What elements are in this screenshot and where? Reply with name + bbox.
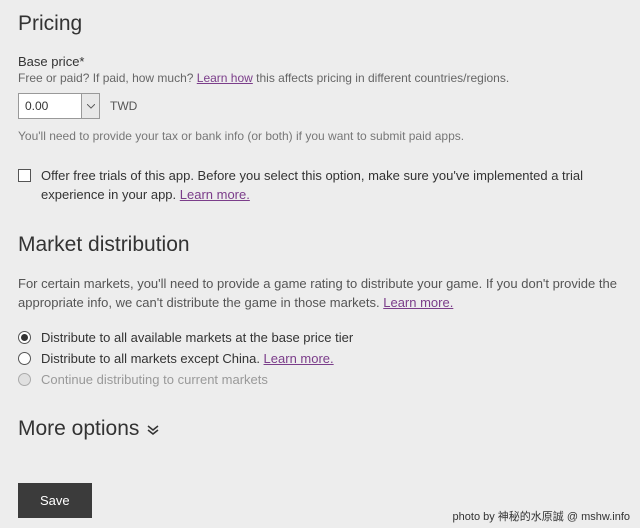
market-help: For certain markets, you'll need to prov… — [18, 275, 622, 313]
help-suffix: this affects pricing in different countr… — [253, 71, 509, 85]
market-help-text: For certain markets, you'll need to prov… — [18, 276, 617, 310]
tax-note: You'll need to provide your tax or bank … — [18, 129, 622, 143]
radio-current-markets — [18, 373, 31, 386]
base-price-help: Free or paid? If paid, how much? Learn h… — [18, 71, 622, 85]
currency-label: TWD — [110, 99, 137, 113]
price-select[interactable]: 0.00 — [18, 93, 100, 119]
china-learn-more-link[interactable]: Learn more. — [264, 351, 334, 366]
price-value: 0.00 — [19, 99, 81, 113]
opt2-text: Distribute to all markets except China. — [41, 351, 264, 366]
more-options-toggle[interactable]: More options — [18, 417, 622, 441]
market-heading: Market distribution — [18, 233, 622, 257]
learn-how-link[interactable]: Learn how — [197, 71, 253, 85]
radio-except-china-label: Distribute to all markets except China. … — [41, 351, 334, 366]
radio-current-markets-label: Continue distributing to current markets — [41, 372, 268, 387]
radio-all-markets[interactable] — [18, 331, 31, 344]
trial-checkbox[interactable] — [18, 169, 31, 182]
watermark-text: photo by 神秘的水原誠 @ mshw.info — [453, 508, 630, 524]
base-price-label: Base price* — [18, 54, 622, 69]
chevron-down-icon[interactable] — [81, 94, 99, 118]
radio-except-china[interactable] — [18, 352, 31, 365]
trial-learn-more-link[interactable]: Learn more. — [180, 187, 250, 202]
save-button[interactable]: Save — [18, 483, 92, 518]
radio-all-markets-label: Distribute to all available markets at t… — [41, 330, 353, 345]
more-options-label: More options — [18, 417, 139, 441]
trial-text: Offer free trials of this app. Before yo… — [41, 167, 622, 205]
pricing-heading: Pricing — [18, 12, 622, 36]
chevron-double-down-icon — [147, 417, 159, 441]
help-prefix: Free or paid? If paid, how much? — [18, 71, 197, 85]
trial-text-content: Offer free trials of this app. Before yo… — [41, 168, 583, 202]
market-learn-more-link[interactable]: Learn more. — [383, 295, 453, 310]
